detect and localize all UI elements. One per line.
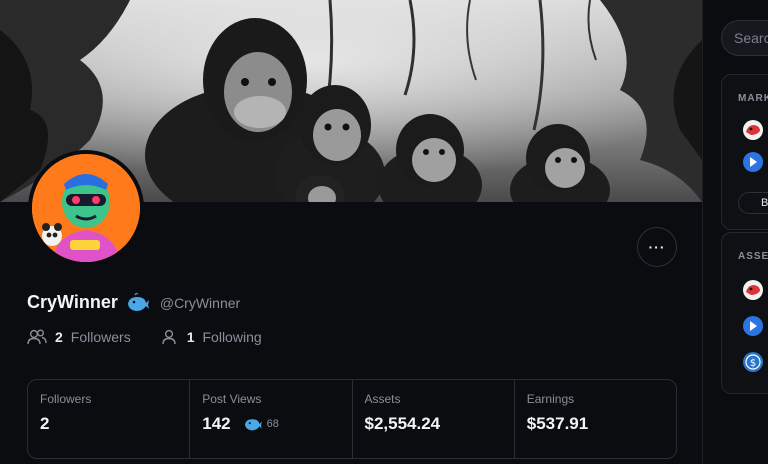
ape-coin-icon[interactable]: [742, 279, 764, 301]
stat-value: $537.91: [526, 414, 589, 433]
markets-title: MARKETS: [738, 93, 768, 104]
stat-followers: Followers 2: [28, 380, 191, 458]
search-input[interactable]: Search: [721, 20, 768, 56]
coin-icon[interactable]: [742, 315, 764, 337]
profile-main: ··· CryWinner @CryWinner 2 Followers 1 F…: [0, 0, 702, 464]
buy-button[interactable]: Buy: [738, 192, 768, 214]
more-icon: ···: [648, 239, 666, 255]
stat-label: Post Views: [202, 392, 262, 406]
avatar[interactable]: [28, 150, 144, 266]
usdc-icon[interactable]: $: [742, 351, 764, 373]
stat-value: 142: [202, 414, 231, 433]
followers-label: Followers: [70, 329, 131, 345]
profile-name-row: CryWinner @CryWinner: [27, 292, 240, 313]
stat-label: Assets: [364, 392, 401, 406]
following-count: 1: [186, 329, 195, 345]
stat-label: Followers: [40, 392, 92, 406]
stat-post-views: Post Views 142 68: [190, 380, 353, 458]
coin-icon[interactable]: [742, 151, 764, 173]
assets-panel: ASSETS $: [721, 232, 768, 394]
users-icon: [27, 329, 47, 345]
stat-assets: Assets $2,554.24: [353, 380, 515, 458]
whale-icon: [244, 419, 262, 431]
ape-coin-icon[interactable]: [742, 119, 764, 141]
following-link[interactable]: 1 Following: [159, 328, 262, 346]
whale-views-count: 68: [266, 418, 279, 430]
stat-value-row: 142 68: [202, 414, 339, 434]
stat-label: Earnings: [526, 392, 575, 406]
svg-text:$: $: [750, 358, 756, 369]
markets-panel: MARKETS Buy: [721, 74, 768, 230]
followers-link[interactable]: 2 Followers: [27, 328, 131, 346]
more-options-button[interactable]: ···: [637, 227, 677, 267]
following-label: Following: [202, 329, 262, 345]
whale-icon: [127, 292, 149, 311]
right-sidebar: Search MARKETS Buy ASSETS $: [702, 0, 768, 464]
stat-value: 2: [40, 414, 50, 433]
followers-count: 2: [55, 329, 63, 345]
avatar-image: [32, 154, 140, 262]
profile-stats-card: Followers 2 Post Views 142 68 Assets $2,…: [27, 379, 677, 459]
display-name: CryWinner: [27, 292, 118, 312]
whale-views: 68: [243, 416, 279, 432]
profile-handle: @CryWinner: [159, 294, 241, 311]
stat-earnings: Earnings $537.91: [515, 380, 676, 458]
follow-stats-row: 2 Followers 1 Following: [27, 328, 262, 346]
stat-value: $2,554.24: [364, 414, 441, 433]
assets-title: ASSETS: [738, 251, 768, 262]
user-icon: [162, 329, 176, 345]
